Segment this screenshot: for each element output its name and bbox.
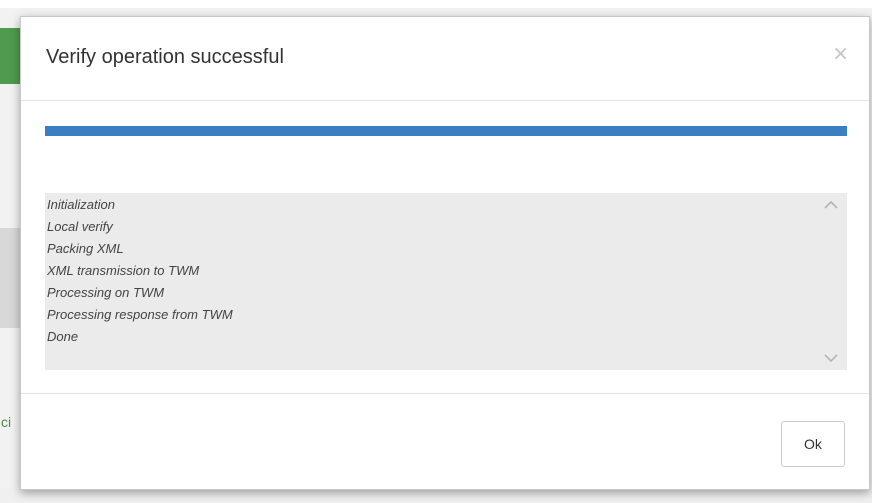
background-bottom-strip <box>0 488 872 503</box>
ok-button[interactable]: Ok <box>781 421 845 467</box>
log-line: Done <box>47 329 79 344</box>
chevron-up-icon[interactable] <box>821 195 841 215</box>
dialog-header: Verify operation successful × <box>21 17 869 101</box>
dialog-title: Verify operation successful <box>46 46 284 68</box>
dialog-footer: Ok <box>21 393 869 489</box>
verify-result-dialog: Verify operation successful × Initializa… <box>20 16 870 490</box>
log-scrollbar[interactable] <box>815 193 847 370</box>
close-icon[interactable]: × <box>832 41 849 65</box>
log-line: XML transmission to TWM <box>47 263 200 278</box>
progress-bar <box>45 126 847 136</box>
log-line: Packing XML <box>47 241 124 256</box>
progress-bar-fill <box>45 126 847 136</box>
background-top-strip <box>0 0 872 8</box>
log-line: Processing on TWM <box>47 285 165 300</box>
log-line: Local verify <box>47 219 113 234</box>
chevron-down-icon[interactable] <box>821 348 841 368</box>
log-line: Processing response from TWM <box>47 307 233 322</box>
background-partial-text: ci <box>1 414 12 430</box>
operation-log[interactable]: Initialization Local verify Packing XML XML… <box>45 193 847 370</box>
log-list: Initialization Local verify Packing XML XML… <box>47 194 233 348</box>
log-line: Initialization <box>47 197 115 212</box>
